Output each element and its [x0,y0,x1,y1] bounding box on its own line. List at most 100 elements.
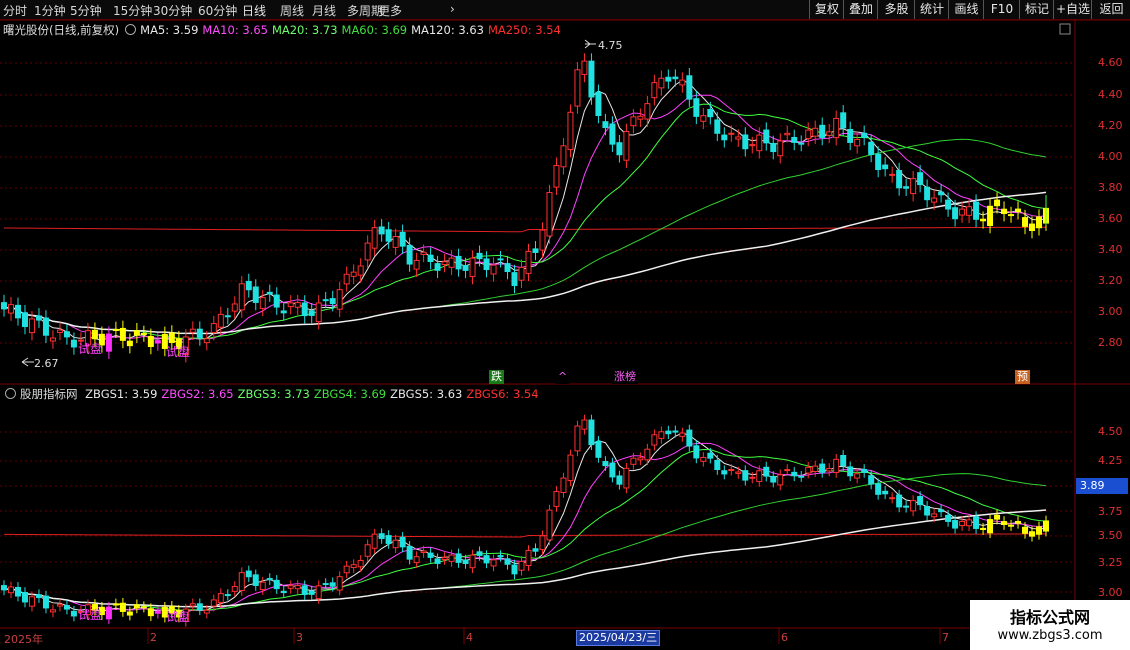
candle-body [1008,214,1015,217]
x-axis-date: 2025年 [4,633,43,646]
candle-body [35,315,42,321]
candle-body [798,142,805,145]
candle-body [980,218,987,222]
candle-body [49,337,56,342]
candle-body [861,469,868,473]
candle-body [231,303,238,312]
candle-body [224,315,231,318]
candle-body [266,578,273,581]
candle-body [616,475,623,485]
candle-body [847,129,854,143]
candle-body [168,332,175,343]
candle-body [28,596,35,607]
candle-body [749,476,756,479]
candle-body [203,609,210,614]
high-price-label: 4.75 [598,39,623,52]
candle-body [784,469,791,472]
candle-body [630,116,637,127]
candle-body [490,264,497,275]
candle-body [49,609,56,613]
candle-body [826,131,833,136]
watermark: 指标公式网 www.zbgs3.com [970,600,1130,650]
candle-body [665,430,672,435]
candle-body [434,558,441,564]
candle-body [1043,520,1049,532]
candle-body [420,251,427,255]
candle-body [504,558,511,565]
y-axis-tick: 4.20 [1098,119,1123,132]
candle-body [917,496,924,506]
candle-body [686,429,693,447]
candle-body [889,497,896,500]
candle-body [721,470,728,475]
candle-body [630,457,637,465]
candle-body [252,574,259,586]
candle-body [322,583,329,586]
candle-body [777,474,784,486]
candle-body [882,490,889,495]
event-label-arrow[interactable]: ^ [556,370,570,384]
candle-body [63,605,70,610]
candle-body [609,462,616,478]
candle-body [378,533,385,539]
candle-body [196,603,203,611]
y-axis-tick: 4.50 [1098,425,1123,438]
candle-body [672,76,679,80]
candle-body [469,554,476,569]
candle-body [322,299,329,302]
candle-body [42,317,49,336]
candle-body [840,454,847,467]
candle-body [518,266,525,281]
candle-body [154,340,161,344]
candle-body [714,459,721,470]
current-price-badge: 3.89 [1076,478,1128,494]
candle-body [539,535,546,551]
candle-body [973,201,980,220]
low-price-label: 2.67 [34,357,59,370]
y-axis-tick: 3.75 [1098,505,1123,518]
candle-body [105,333,112,352]
candle-body [497,258,504,261]
ma60-line [3,138,1047,335]
candle-body [399,536,406,548]
candle-body [357,265,364,276]
candle-body [329,298,336,305]
candle-body [581,60,588,75]
watermark-title: 指标公式网 [1009,608,1090,627]
ma20-line [3,103,1047,339]
candle-body [602,461,609,467]
candle-body [980,527,987,531]
x-axis-date: 4 [466,631,473,644]
candle-body [1008,524,1015,527]
event-label-yu[interactable]: 预 [1015,370,1030,384]
candle-body [756,470,763,482]
candle-body [567,111,574,150]
candle-body [602,121,609,129]
y-axis-tick: 3.50 [1098,529,1123,542]
event-label-die[interactable]: 跌 [489,370,504,384]
candle-body [994,514,1001,520]
candle-body [217,593,224,603]
candle-body [1,302,7,310]
candle-body [1001,208,1008,215]
candle-body [287,585,294,589]
event-label-zhangbang[interactable]: 涨榜 [612,370,638,384]
candle-body [364,544,371,557]
candle-body [315,302,322,323]
y-axis-tick: 4.60 [1098,56,1123,69]
candle-body [252,286,259,303]
candle-body [686,75,693,100]
candle-body [693,98,700,117]
candle-body [882,164,889,170]
ma250-line [3,226,1047,233]
candle-body [1022,526,1029,534]
candle-body [70,339,77,348]
y-axis-tick: 3.00 [1098,305,1123,318]
candle-body [637,457,644,461]
candle-body [231,585,238,592]
candle-body [861,132,868,138]
price-chart[interactable] [0,0,1130,650]
candle-body [784,132,791,136]
candle-body [966,206,973,216]
signal-label-shipan: 试盘 [166,345,191,359]
